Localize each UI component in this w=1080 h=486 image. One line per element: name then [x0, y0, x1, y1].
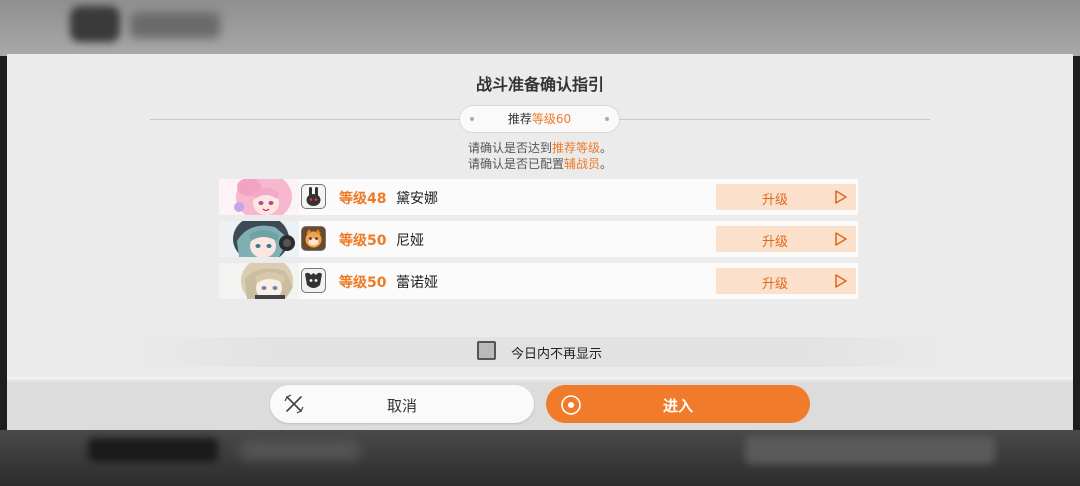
upgrade-button[interactable]: 升级: [716, 226, 856, 252]
character-name: 黛安娜: [396, 191, 438, 207]
note-text: 请确认是否达到: [467, 141, 552, 155]
pill-dot: [605, 117, 609, 121]
play-arrow-icon: [835, 190, 847, 204]
cancel-button[interactable]: 取消: [270, 385, 534, 423]
character-row: 等级48 黛安娜 升级: [219, 179, 858, 215]
dont-show-again-checkbox[interactable]: [477, 341, 496, 360]
character-name: 蕾诺娅: [396, 275, 438, 291]
note-highlight: 推荐等级: [551, 141, 600, 155]
note-text: 。: [600, 141, 613, 155]
orange-cat-icon: [301, 226, 326, 251]
character-row: 等级50 尼娅 升级: [219, 221, 858, 257]
note-text: 。: [600, 157, 613, 171]
play-arrow-icon: [835, 232, 847, 246]
background-top: [0, 0, 1080, 56]
divider-right: [620, 119, 930, 120]
rabbit-icon: [301, 184, 326, 209]
character-portrait: [219, 263, 299, 299]
character-level: 等级50: [339, 233, 387, 249]
enter-label: 进入: [662, 397, 693, 415]
enter-button[interactable]: 进入: [546, 385, 810, 423]
dialog-footer: [7, 377, 1073, 430]
background-blur-shape: [240, 440, 360, 460]
background-blur-shape: [70, 6, 120, 42]
character-portrait: [219, 179, 299, 215]
note-text: 请确认是否已配置: [467, 157, 564, 171]
character-level: 等级50: [339, 275, 387, 291]
upgrade-button[interactable]: 升级: [716, 268, 856, 294]
background-blur-shape: [745, 436, 995, 464]
character-row: 等级50 蕾诺娅 升级: [219, 263, 858, 299]
recommend-level-pill: 推荐等级60: [460, 106, 619, 132]
pill-dot: [470, 117, 474, 121]
cancel-label: 取消: [386, 397, 417, 415]
recommend-label: 推荐: [507, 112, 532, 126]
background-blur-shape: [130, 12, 220, 38]
note-highlight: 辅战员: [563, 157, 600, 171]
note-support-member: 请确认是否已配置辅战员。: [0, 155, 1080, 172]
background-blur-shape: [88, 438, 218, 462]
dialog-title: 战斗准备确认指引: [475, 75, 604, 94]
upgrade-label: 升级: [761, 277, 788, 292]
character-level: 等级48: [339, 191, 387, 207]
dialog-panel: [7, 54, 1073, 377]
divider-left: [150, 119, 460, 120]
character-name: 尼娅: [396, 233, 424, 249]
play-arrow-icon: [835, 274, 847, 288]
upgrade-label: 升级: [761, 193, 788, 208]
upgrade-label: 升级: [761, 235, 788, 250]
background-bottom: [0, 430, 1080, 486]
dark-creature-icon: [301, 268, 326, 293]
note-recommend-level: 请确认是否达到推荐等级。: [0, 139, 1080, 156]
character-portrait: [219, 221, 299, 257]
dont-show-again-label: 今日内不再显示: [511, 347, 603, 362]
upgrade-button[interactable]: 升级: [716, 184, 856, 210]
recommend-level-value: 等级60: [531, 112, 572, 126]
